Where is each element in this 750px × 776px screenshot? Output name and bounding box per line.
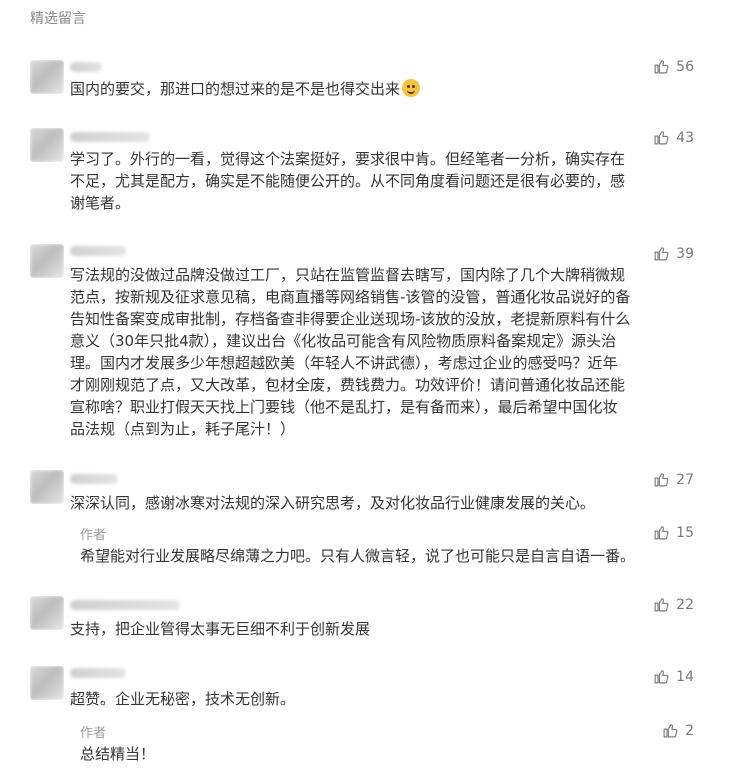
thumbs-up-icon — [662, 722, 679, 739]
author-tag: 作者 — [80, 726, 107, 741]
thumbs-up-icon — [653, 245, 670, 262]
reply-text: 总结精当！ — [80, 745, 156, 763]
thumbs-up-icon — [653, 58, 670, 75]
comment-text: 学习了。外行的一看，觉得这个法案挺好，要求很中肯。但经笔者一分析，确实存在 不足… — [70, 150, 626, 212]
thumbs-up-icon — [653, 129, 670, 146]
author-reply: 作者 希望能对行业发展略尽绵薄之力吧。只有人微言轻，说了也可能只是自言自语一番。 — [80, 524, 690, 567]
grin-emoji-icon — [402, 79, 421, 97]
like-count: 14 — [676, 668, 694, 685]
avatar[interactable] — [30, 666, 64, 700]
like-count: 56 — [676, 58, 694, 75]
nickname[interactable] — [70, 246, 126, 256]
reply-like-button[interactable]: 15 — [653, 524, 694, 541]
nickname[interactable] — [70, 668, 126, 678]
author-reply: 作者 总结精当！ — [80, 722, 640, 765]
author-tag: 作者 — [80, 528, 107, 543]
like-count: 43 — [676, 129, 694, 146]
avatar[interactable] — [30, 60, 64, 94]
like-count: 39 — [676, 245, 694, 262]
thumbs-up-icon — [653, 668, 670, 685]
comment-text: 国内的要交，那进口的想过来的是不是也得交出来 — [70, 78, 680, 100]
like-button[interactable]: 14 — [653, 668, 694, 685]
comment-text: 支持，把企业管得太事无巨细不利于创新发展 — [70, 620, 371, 638]
avatar[interactable] — [30, 244, 64, 278]
like-count: 27 — [676, 471, 694, 488]
like-button[interactable]: 43 — [653, 129, 694, 146]
like-count: 15 — [676, 524, 694, 541]
comment-text: 写法规的没做过品牌没做过工厂，只站在监管监督去瞎写，国内除了几个大牌稍微规 范点… — [70, 266, 631, 438]
thumbs-up-icon — [653, 596, 670, 613]
avatar[interactable] — [30, 128, 64, 162]
thumbs-up-icon — [653, 471, 670, 488]
like-count: 22 — [676, 596, 694, 613]
nickname[interactable] — [70, 62, 102, 72]
reply-like-button[interactable]: 2 — [662, 722, 694, 739]
reply-text: 希望能对行业发展略尽绵薄之力吧。只有人微言轻，说了也可能只是自言自语一番。 — [80, 547, 636, 565]
comment-text: 超赞。企业无秘密，技术无创新。 — [70, 690, 296, 708]
like-button[interactable]: 22 — [653, 596, 694, 613]
section-title: 精选留言 — [30, 11, 86, 27]
like-button[interactable]: 27 — [653, 471, 694, 488]
like-button[interactable]: 56 — [653, 58, 694, 75]
thumbs-up-icon — [653, 524, 670, 541]
nickname[interactable] — [70, 132, 150, 142]
like-count: 2 — [685, 722, 694, 739]
avatar[interactable] — [30, 470, 64, 504]
like-button[interactable]: 39 — [653, 245, 694, 262]
nickname[interactable] — [70, 600, 180, 610]
nickname[interactable] — [70, 474, 118, 484]
avatar[interactable] — [30, 596, 64, 630]
comment-text: 深深认同，感谢冰寒对法规的深入研究思考，及对化妆品行业健康发展的关心。 — [70, 494, 596, 512]
